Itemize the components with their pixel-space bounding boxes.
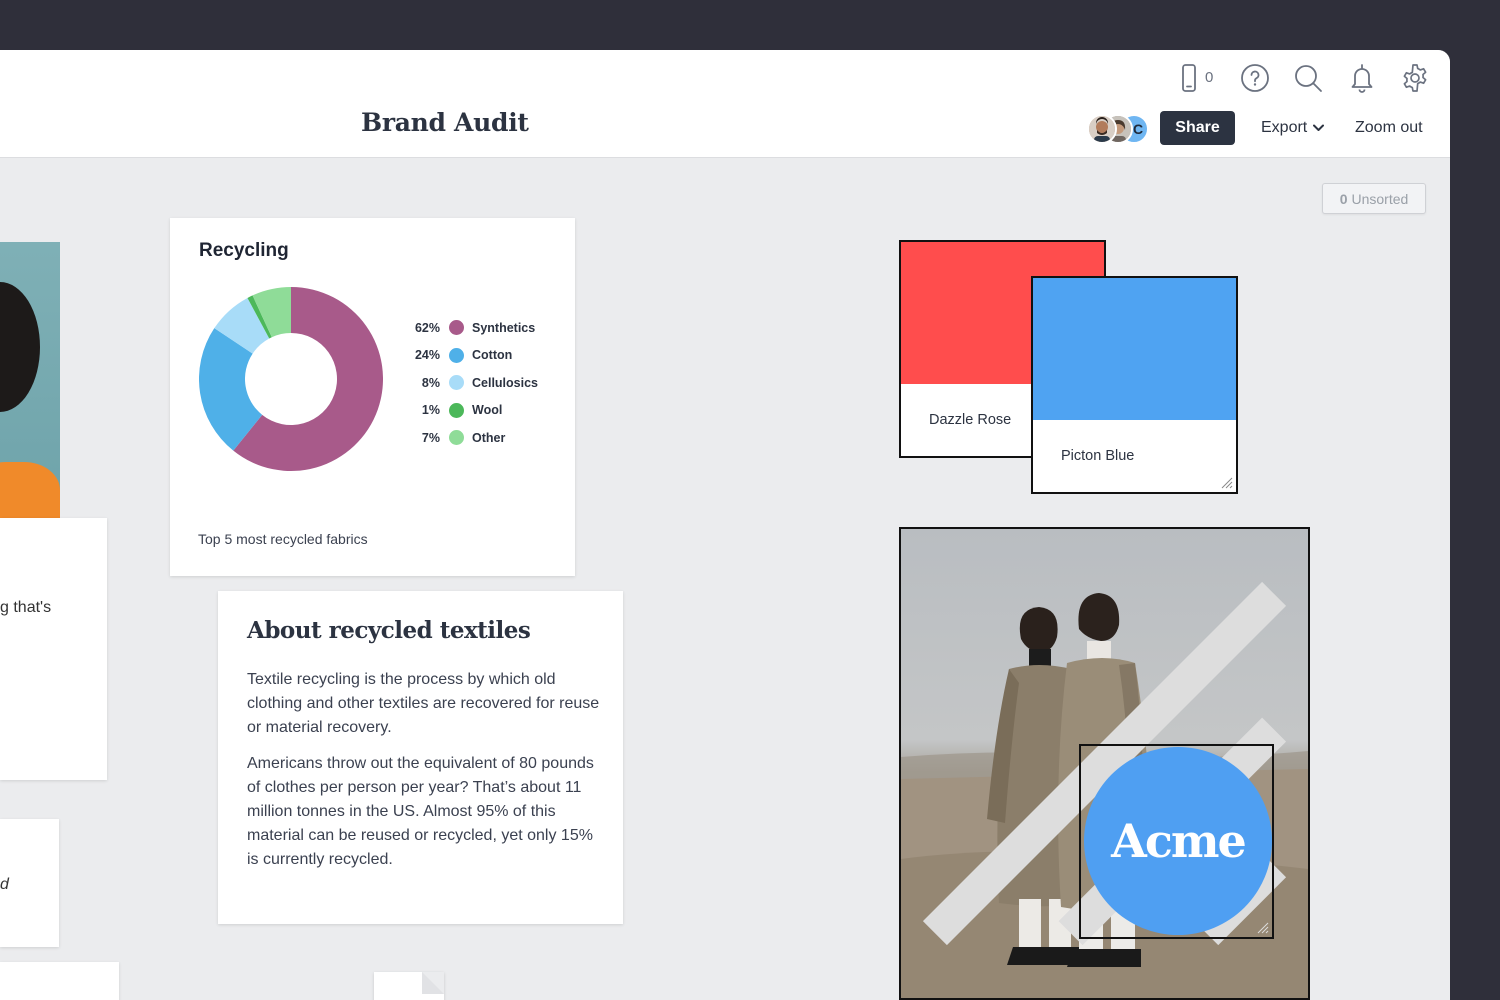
- about-title: About recycled textiles: [247, 617, 531, 644]
- share-button[interactable]: Share: [1160, 111, 1235, 145]
- text-card[interactable]: g that's: [0, 518, 107, 780]
- top-bar: Brand Audit 0 C Share Export Zoom out: [0, 50, 1450, 158]
- search-icon[interactable]: [1292, 62, 1324, 94]
- logo-card[interactable]: Acme: [1079, 744, 1274, 939]
- logo-text: Acme: [1111, 814, 1247, 868]
- text-card-fragment: g that's: [0, 599, 52, 616]
- legend-label: Other: [472, 430, 506, 445]
- unsorted-label: Unsorted: [1351, 190, 1409, 207]
- chart-title: Recycling: [199, 240, 289, 261]
- legend-item-other: 7% Other: [406, 424, 538, 452]
- legend-label: Synthetics: [472, 320, 536, 335]
- donut-chart: [198, 287, 383, 471]
- unsorted-count: 0: [1339, 190, 1348, 207]
- about-paragraph-1: Textile recycling is the process by whic…: [247, 671, 600, 736]
- swatch-color-fill: [1033, 278, 1236, 420]
- mobile-device-icon[interactable]: [1173, 62, 1205, 94]
- legend-percent: 8%: [421, 375, 440, 390]
- swatch-label: Dazzle Rose: [929, 412, 1012, 428]
- about-text-card[interactable]: About recycled textiles Textile recyclin…: [218, 591, 623, 924]
- note-card-fragment: d: [0, 876, 9, 893]
- legend-swatch: [449, 402, 464, 418]
- resize-handle-icon[interactable]: [1221, 477, 1233, 489]
- document-icon[interactable]: [374, 972, 444, 1000]
- bell-icon[interactable]: [1346, 62, 1378, 94]
- about-paragraph-2: Americans throw out the equivalent of 80…: [247, 755, 594, 868]
- legend-swatch: [449, 375, 464, 391]
- swatch-label: Picton Blue: [1061, 448, 1135, 464]
- legend-label: Wool: [472, 403, 503, 418]
- legend-percent: 24%: [414, 348, 440, 363]
- legend-item-synthetics: 62% Synthetics: [406, 314, 538, 342]
- export-button[interactable]: Export: [1261, 119, 1325, 137]
- unsorted-button[interactable]: 0 Unsorted: [1322, 183, 1426, 214]
- legend-item-wool: 1% Wool: [406, 397, 538, 425]
- chevron-down-icon: [1313, 124, 1325, 131]
- legend-percent: 62%: [414, 320, 440, 335]
- color-swatch-picton-blue[interactable]: Picton Blue: [1031, 276, 1238, 494]
- collaborator-avatars[interactable]: C: [1087, 114, 1151, 144]
- board-window: Brand Audit 0 C Share Export Zoom out 0 …: [0, 50, 1450, 1000]
- legend-swatch: [449, 320, 464, 336]
- board-title[interactable]: Brand Audit: [361, 108, 529, 137]
- legend-percent: 7%: [421, 430, 440, 445]
- chart-caption: Top 5 most recycled fabrics: [198, 531, 368, 547]
- device-count: 0: [1205, 69, 1214, 86]
- note-card[interactable]: [0, 962, 119, 1000]
- chart-legend: 62% Synthetics 24% Cotton 8% Cellulosics 1% Woo…: [406, 314, 538, 452]
- avatar[interactable]: [1087, 114, 1117, 144]
- note-card[interactable]: d: [0, 819, 59, 947]
- legend-label: Cellulosics: [472, 375, 538, 390]
- export-label: Export: [1261, 119, 1308, 136]
- legend-swatch: [449, 430, 464, 446]
- logo-circle: Acme: [1084, 747, 1272, 935]
- gear-icon[interactable]: [1399, 62, 1431, 94]
- legend-swatch: [449, 347, 464, 363]
- legend-label: Cotton: [472, 348, 513, 363]
- legend-percent: 1%: [421, 403, 440, 418]
- recycling-chart-card[interactable]: Recycling 62% Synthetics 24% Cotton 8% Cellul…: [170, 218, 575, 576]
- legend-item-cotton: 24% Cotton: [406, 342, 538, 370]
- resize-handle-icon[interactable]: [1257, 922, 1269, 934]
- legend-item-cellulosics: 8% Cellulosics: [406, 369, 538, 397]
- zoom-out-button[interactable]: Zoom out: [1355, 119, 1423, 137]
- help-icon[interactable]: [1239, 62, 1271, 94]
- portrait-image-card[interactable]: [0, 242, 60, 518]
